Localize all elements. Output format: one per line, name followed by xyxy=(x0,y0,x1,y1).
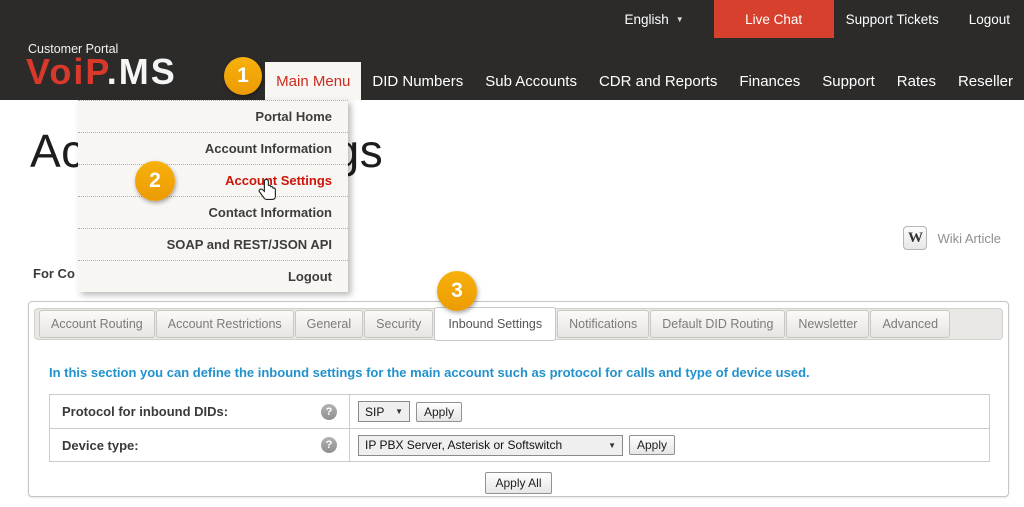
chevron-down-icon: ▼ xyxy=(608,440,616,450)
support-tickets-link[interactable]: Support Tickets xyxy=(846,12,939,27)
settings-panel: Account Routing Account Restrictions Gen… xyxy=(28,301,1009,497)
tab-newsletter[interactable]: Newsletter xyxy=(786,310,870,338)
device-type-label: Device type: xyxy=(62,437,139,453)
help-icon[interactable]: ? xyxy=(321,403,337,420)
menu-item-contact-information[interactable]: Contact Information xyxy=(78,196,348,228)
tab-inbound-settings[interactable]: Inbound Settings xyxy=(434,307,557,341)
chevron-down-icon: ▼ xyxy=(395,407,403,416)
tab-security[interactable]: Security xyxy=(364,310,434,338)
logo-voip-text: VoiP xyxy=(26,51,107,92)
tab-default-did-routing[interactable]: Default DID Routing xyxy=(650,310,786,338)
table-row: Device type: ? IP PBX Server, Asterisk o… xyxy=(50,428,989,461)
intro-text-fragment: For Co xyxy=(33,266,75,281)
live-chat-label: Live Chat xyxy=(745,11,803,27)
protocol-select[interactable]: SIP ▼ xyxy=(358,401,410,422)
nav-item-rates[interactable]: Rates xyxy=(886,62,947,100)
nav-item-finances[interactable]: Finances xyxy=(728,62,811,100)
menu-item-account-information[interactable]: Account Information xyxy=(78,132,348,164)
customer-portal-page: English ▼ Live Chat Support Tickets Logo… xyxy=(0,0,1024,507)
tab-advanced[interactable]: Advanced xyxy=(870,310,951,338)
menu-item-account-settings[interactable]: Account Settings xyxy=(78,164,348,196)
apply-all-button[interactable]: Apply All xyxy=(485,472,552,494)
tab-general[interactable]: General xyxy=(294,310,364,338)
protocol-apply-button[interactable]: Apply xyxy=(416,401,463,422)
chevron-down-icon: ▼ xyxy=(675,14,684,24)
tab-account-restrictions[interactable]: Account Restrictions xyxy=(155,310,294,338)
language-label: English xyxy=(624,11,669,27)
voipms-logo[interactable]: VoiP.ms xyxy=(26,54,177,90)
menu-item-logout[interactable]: Logout xyxy=(78,260,348,292)
device-type-apply-button[interactable]: Apply xyxy=(629,435,676,455)
device-type-label-cell: Device type: ? xyxy=(50,429,350,461)
section-description: In this section you can define the inbou… xyxy=(49,365,810,380)
wiki-icon[interactable]: W xyxy=(903,226,928,250)
nav-item-support[interactable]: Support xyxy=(811,62,886,100)
hand-cursor-icon xyxy=(258,178,276,200)
menu-item-soap-rest-json-api[interactable]: SOAP and REST/JSON API xyxy=(78,228,348,260)
nav-item-cdr-and-reports[interactable]: CDR and Reports xyxy=(588,62,728,100)
protocol-select-value: SIP xyxy=(365,404,385,419)
settings-tabstrip: Account Routing Account Restrictions Gen… xyxy=(34,307,1003,341)
device-type-select[interactable]: IP PBX Server, Asterisk or Softswitch ▼ xyxy=(358,434,623,456)
device-type-select-value: IP PBX Server, Asterisk or Softswitch xyxy=(365,438,563,452)
protocol-label: Protocol for inbound DIDs: xyxy=(62,404,229,419)
menu-item-portal-home[interactable]: Portal Home xyxy=(78,100,348,132)
tab-notifications[interactable]: Notifications xyxy=(557,310,650,338)
step-badge-1: 1 xyxy=(224,57,262,95)
protocol-control-cell: SIP ▼ Apply xyxy=(350,395,989,428)
inbound-settings-table: Protocol for inbound DIDs: ? SIP ▼ Apply… xyxy=(49,394,990,462)
logo-ms-text: .ms xyxy=(106,51,177,92)
live-chat-button[interactable]: Live Chat xyxy=(713,0,834,38)
main-menu-dropdown: Portal Home Account Information Account … xyxy=(78,100,348,292)
table-row: Protocol for inbound DIDs: ? SIP ▼ Apply xyxy=(50,395,989,428)
wiki-article-link[interactable]: W Wiki Article xyxy=(903,226,1001,250)
header: English ▼ Live Chat Support Tickets Logo… xyxy=(0,0,1024,100)
apply-all-container: Apply All xyxy=(29,472,1008,494)
device-type-control-cell: IP PBX Server, Asterisk or Softswitch ▼ … xyxy=(350,429,989,461)
main-navigation: Main Menu DID Numbers Sub Accounts CDR a… xyxy=(265,62,1024,100)
protocol-label-cell: Protocol for inbound DIDs: ? xyxy=(50,395,350,428)
nav-item-did-numbers[interactable]: DID Numbers xyxy=(361,62,474,100)
language-selector[interactable]: English ▼ xyxy=(624,12,683,27)
nav-item-reseller[interactable]: Reseller xyxy=(947,62,1024,100)
tab-account-routing[interactable]: Account Routing xyxy=(39,310,155,338)
step-badge-3: 3 xyxy=(437,271,477,311)
nav-item-main-menu[interactable]: Main Menu xyxy=(265,62,362,100)
step-badge-2: 2 xyxy=(135,161,175,201)
wiki-article-label: Wiki Article xyxy=(937,230,1001,246)
logout-link[interactable]: Logout xyxy=(969,12,1010,27)
help-icon[interactable]: ? xyxy=(321,437,337,453)
nav-item-sub-accounts[interactable]: Sub Accounts xyxy=(474,62,588,100)
top-utility-bar: English ▼ Live Chat Support Tickets Logo… xyxy=(0,0,1024,38)
